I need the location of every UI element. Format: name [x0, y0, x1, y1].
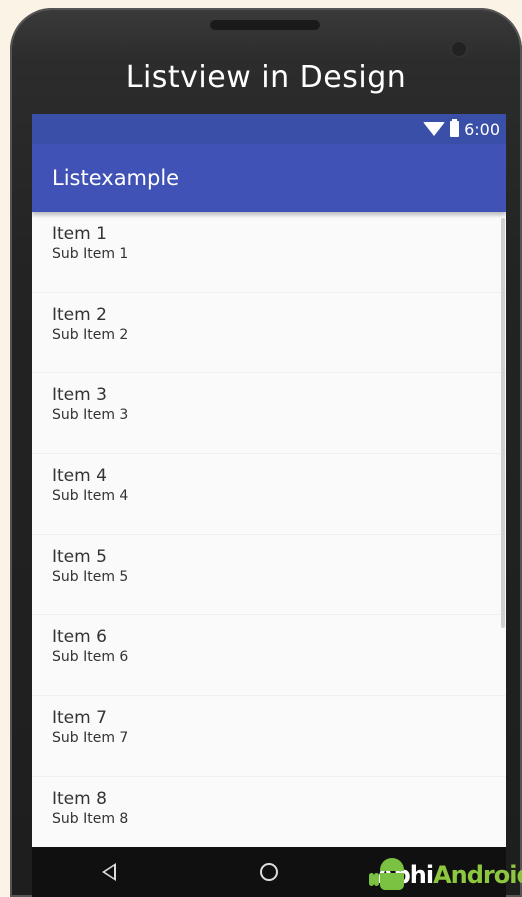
list-item[interactable]: Item 4 Sub Item 4 [32, 454, 506, 535]
app-bar-title: Listexample [52, 166, 180, 190]
watermark-logo: AbhiAndroid [369, 852, 522, 897]
list-item-subtitle: Sub Item 6 [52, 649, 129, 666]
list-item-title: Item 7 [52, 708, 107, 729]
status-time: 6:00 [464, 119, 500, 139]
list-item-subtitle: Sub Item 7 [52, 730, 129, 747]
list-item-subtitle: Sub Item 4 [52, 488, 129, 505]
list-item-title: Item 5 [52, 546, 107, 567]
home-icon [260, 863, 278, 881]
status-bar: 6:00 [32, 114, 506, 144]
list-item-subtitle: Sub Item 5 [52, 568, 129, 585]
app-bar: Listexample [32, 144, 506, 212]
list-scrollbar[interactable] [501, 218, 505, 628]
list-item-title: Item 6 [52, 627, 107, 648]
battery-icon [450, 119, 460, 137]
list-item-subtitle: Sub Item 1 [52, 246, 129, 262]
back-button[interactable] [96, 859, 122, 885]
list-item-subtitle: Sub Item 2 [52, 326, 129, 343]
wifi-icon [423, 122, 446, 136]
list-item[interactable]: Item 6 Sub Item 6 [32, 615, 506, 697]
list-item-subtitle: Sub Item 8 [52, 810, 129, 827]
front-camera [450, 40, 468, 58]
list-item[interactable]: Item 3 Sub Item 3 [32, 373, 506, 455]
list-item-title: Item 1 [52, 224, 107, 244]
list-item[interactable]: Item 1 Sub Item 1 [32, 212, 506, 293]
back-icon [102, 863, 116, 881]
list-item-subtitle: Sub Item 3 [52, 407, 129, 424]
watermark-text-android: Android [433, 860, 522, 889]
list-item[interactable]: Item 8 Sub Item 8 [32, 777, 506, 847]
list-item-title: Item 4 [52, 466, 107, 487]
list-item-title: Item 8 [52, 788, 107, 809]
phone-screen: 6:00 Listexample Item 1 Sub Item 1 Item … [32, 114, 506, 847]
list-item[interactable]: Item 5 Sub Item 5 [32, 535, 506, 616]
list-item[interactable]: Item 2 Sub Item 2 [32, 293, 506, 374]
list-item-title: Item 2 [52, 304, 107, 325]
list-item-title: Item 3 [52, 385, 107, 406]
speaker-grille [210, 20, 320, 30]
home-button[interactable] [256, 859, 282, 885]
list-item[interactable]: Item 7 Sub Item 7 [32, 696, 506, 777]
list-view[interactable]: Item 1 Sub Item 1 Item 2 Sub Item 2 Item… [32, 212, 506, 847]
page-heading: Listview in Design [125, 60, 407, 95]
